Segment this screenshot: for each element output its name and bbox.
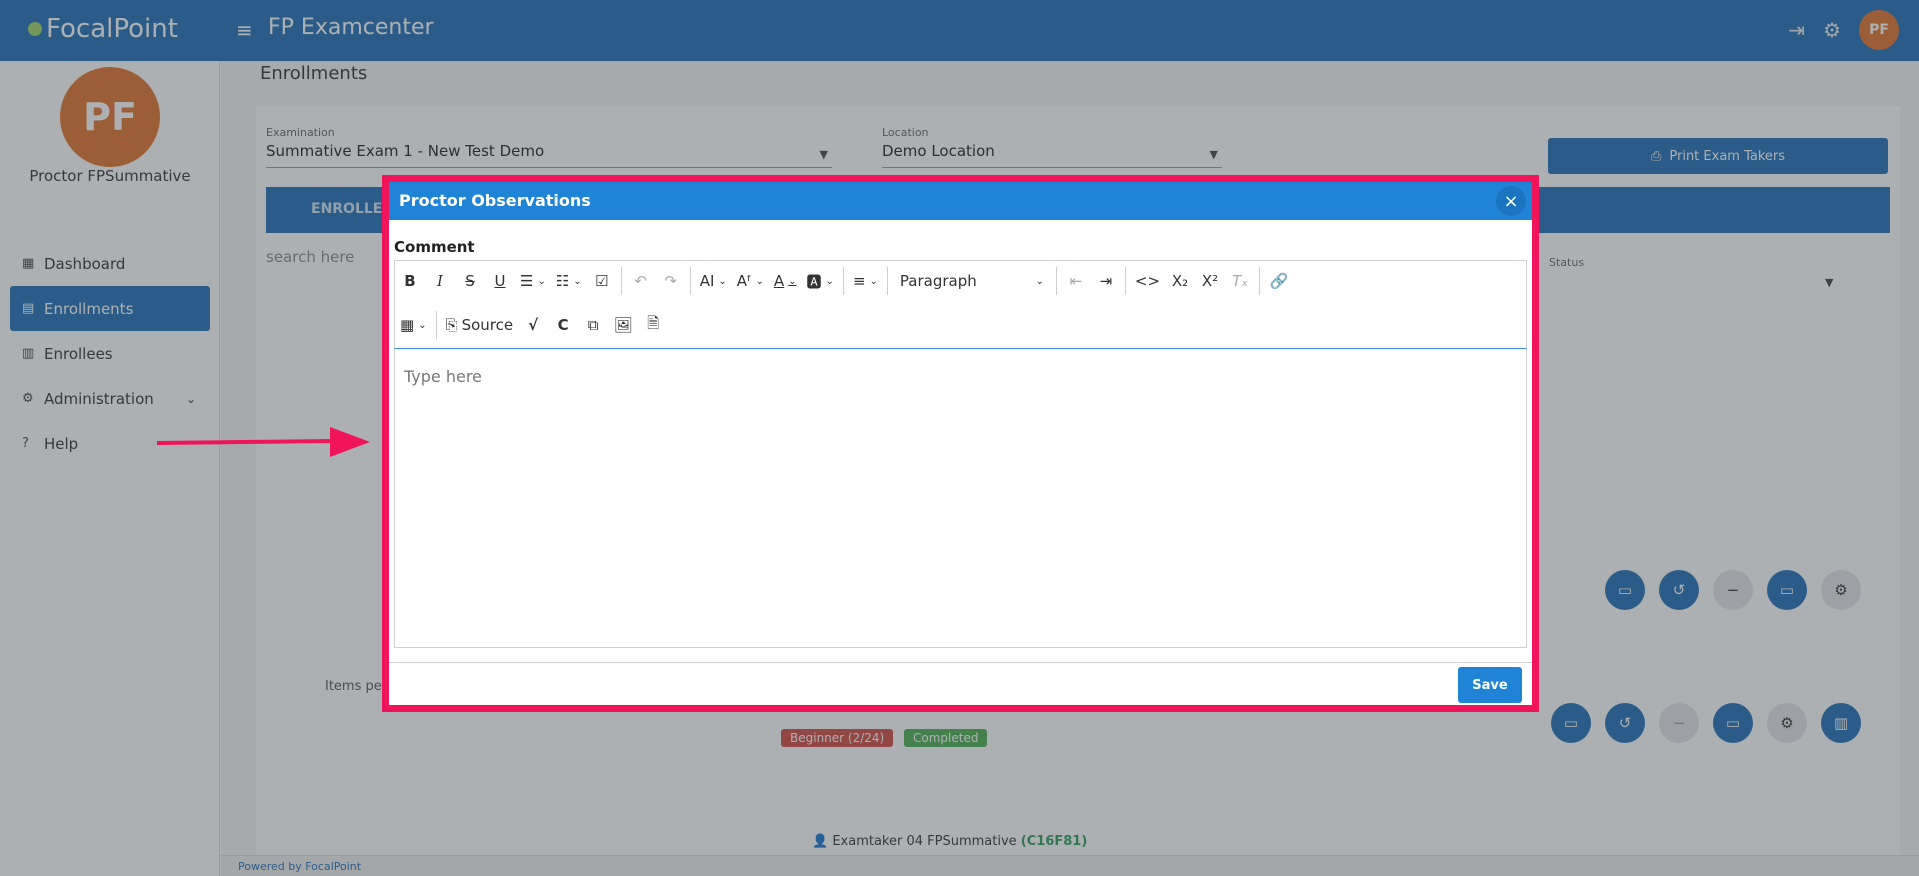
remove-format-icon[interactable]: Tₓ — [1225, 265, 1255, 297]
toolbar-row-1: B I S U ☰ ⌄ ☷ ⌄ ☑ ↶ ↷ AI ⌄ Aᶠ ⌄ A ⌄ 🅰 ⌄ ≡ ⌄ Par… — [395, 261, 1294, 301]
insert-media-icon[interactable]: ⧉ — [578, 309, 608, 341]
underline-icon[interactable]: U — [485, 265, 515, 297]
save-button[interactable]: Save — [1458, 667, 1522, 703]
modal-title: Proctor Observations — [399, 191, 591, 210]
toolbar-separator — [1259, 267, 1261, 295]
toolbar-row-2: ▦ ⌄ ⎘ Source √ C ⧉ 🖼 🗎 — [395, 305, 668, 345]
proctor-observations-modal: Proctor Observations × Comment B I S U ☰… — [382, 175, 1539, 712]
document-icon[interactable]: 🗎 — [638, 309, 668, 341]
toolbar-separator — [689, 267, 691, 295]
toolbar-separator — [842, 267, 844, 295]
subscript-icon[interactable]: X₂ — [1165, 265, 1195, 297]
numbered-list-icon[interactable]: ☷ ⌄ — [551, 265, 587, 297]
comment-editor[interactable]: Type here — [394, 348, 1527, 648]
toolbar-separator — [1055, 267, 1057, 295]
chemistry-icon[interactable]: C — [548, 309, 578, 341]
chevron-down-icon: ⌄ — [869, 275, 878, 287]
chevron-down-icon: ⌄ — [825, 275, 834, 287]
code-icon[interactable]: <> — [1130, 265, 1165, 297]
chevron-down-icon: ⌄ — [418, 319, 427, 331]
chevron-down-icon: ⌄ — [788, 275, 797, 287]
heading-select-value: Paragraph — [899, 272, 977, 290]
link-icon[interactable]: 🔗 — [1264, 265, 1294, 297]
background-color-icon[interactable]: 🅰 ⌄ — [802, 265, 839, 297]
font-size-icon[interactable]: AI ⌄ — [695, 265, 732, 297]
bold-icon[interactable]: B — [395, 265, 425, 297]
outdent-icon[interactable]: ⇤ — [1061, 265, 1091, 297]
editor-placeholder: Type here — [404, 367, 482, 386]
heading-select[interactable]: Paragraph ⌄ — [892, 265, 1052, 297]
chevron-down-icon: ⌄ — [1035, 275, 1044, 287]
insert-image-icon[interactable]: 🖼 — [608, 309, 638, 341]
source-icon: ⎘ — [445, 316, 458, 334]
font-color-icon[interactable]: A ⌄ — [769, 265, 802, 297]
editor-toolbar: B I S U ☰ ⌄ ☷ ⌄ ☑ ↶ ↷ AI ⌄ Aᶠ ⌄ A ⌄ 🅰 ⌄ ≡ ⌄ Par… — [394, 260, 1527, 348]
strikethrough-icon[interactable]: S — [455, 265, 485, 297]
math-equation-icon[interactable]: √ — [518, 309, 548, 341]
toolbar-separator — [886, 267, 888, 295]
superscript-icon[interactable]: X² — [1195, 265, 1225, 297]
source-label: Source — [461, 316, 514, 334]
bulleted-list-icon[interactable]: ☰ ⌄ — [515, 265, 551, 297]
redo-icon[interactable]: ↷ — [656, 265, 686, 297]
chevron-down-icon: ⌄ — [755, 275, 764, 287]
undo-icon[interactable]: ↶ — [626, 265, 656, 297]
italic-icon[interactable]: I — [425, 265, 455, 297]
modal-header: Proctor Observations × — [389, 182, 1532, 220]
indent-icon[interactable]: ⇥ — [1091, 265, 1121, 297]
chevron-down-icon: ⌄ — [537, 275, 546, 287]
toolbar-separator — [1124, 267, 1126, 295]
toolbar-separator — [435, 311, 437, 339]
source-button[interactable]: ⎘ Source — [441, 309, 519, 341]
modal-footer-divider — [389, 662, 1532, 663]
table-icon[interactable]: ▦ ⌄ — [395, 309, 432, 341]
chevron-down-icon: ⌄ — [718, 275, 727, 287]
comment-label: Comment — [394, 238, 475, 256]
align-left-icon[interactable]: ≡ ⌄ — [848, 265, 883, 297]
chevron-down-icon: ⌄ — [573, 275, 582, 287]
toolbar-separator — [620, 267, 622, 295]
close-icon[interactable]: × — [1496, 186, 1526, 216]
annotation-arrow-icon — [156, 427, 370, 457]
todo-list-icon[interactable]: ☑ — [587, 265, 617, 297]
font-family-icon[interactable]: Aᶠ ⌄ — [732, 265, 769, 297]
